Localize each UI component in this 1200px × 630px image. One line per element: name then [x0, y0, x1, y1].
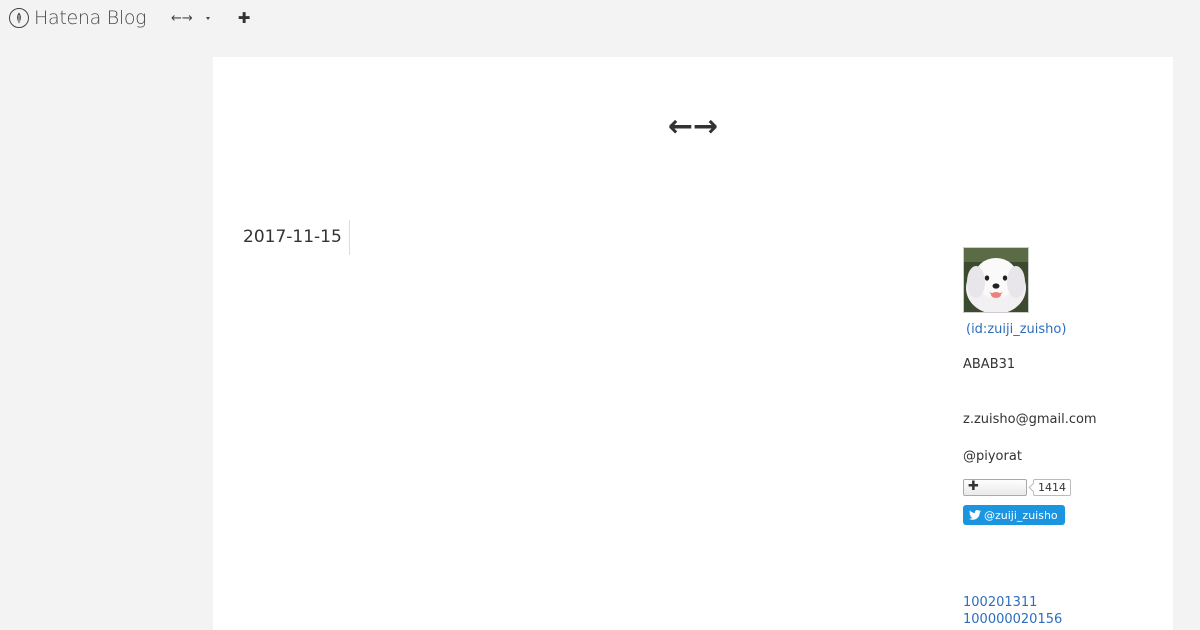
sidebar-link[interactable]: 100201311 — [963, 594, 1153, 611]
blog-container: ←→ 2017-11-15 (id:zuiji_zuisho) ABAB31 z… — [213, 57, 1173, 630]
sidebar-link[interactable]: 100000020156 — [963, 611, 1153, 628]
profile-twitter-handle: @piyorat — [963, 449, 1022, 464]
follower-count: 1414 — [1033, 479, 1071, 496]
dog-avatar-icon — [964, 248, 1028, 312]
global-header: Hatena Blog ←→ ✚ — [0, 0, 1200, 38]
follow-button[interactable]: ✚ — [963, 479, 1027, 496]
blog-title[interactable]: ←→ — [213, 109, 1173, 144]
hatena-blog-logo[interactable]: Hatena Blog — [9, 7, 147, 29]
plus-icon: ✚ — [968, 479, 979, 494]
blog-switcher-label: ←→ — [171, 11, 193, 26]
caret-down-icon — [205, 17, 210, 20]
plus-icon: ✚ — [237, 9, 251, 27]
sidebar-links: 100201311 100000020156 — [963, 594, 1153, 628]
hatena-logo-icon — [9, 8, 29, 28]
archive-date: 2017-11-15 — [243, 220, 350, 255]
blog-switcher[interactable]: ←→ — [171, 11, 210, 26]
twitter-follow-button[interactable]: @zuiji_zuisho — [963, 505, 1065, 525]
new-entry-button[interactable]: ✚ — [237, 10, 251, 26]
brand-name: Hatena Blog — [34, 7, 147, 29]
profile-id-link[interactable]: (id:zuiji_zuisho) — [966, 322, 1153, 337]
profile-email: z.zuisho@gmail.com — [963, 412, 1097, 427]
twitter-follow-label: @zuiji_zuisho — [984, 508, 1058, 522]
sidebar: (id:zuiji_zuisho) ABAB31 z.zuisho@gmail.… — [963, 247, 1153, 628]
profile-description: ABAB31 — [963, 357, 1016, 372]
follow-row: ✚ 1414 — [963, 479, 1153, 496]
twitter-bird-icon — [969, 510, 981, 520]
profile-avatar[interactable] — [963, 247, 1029, 313]
